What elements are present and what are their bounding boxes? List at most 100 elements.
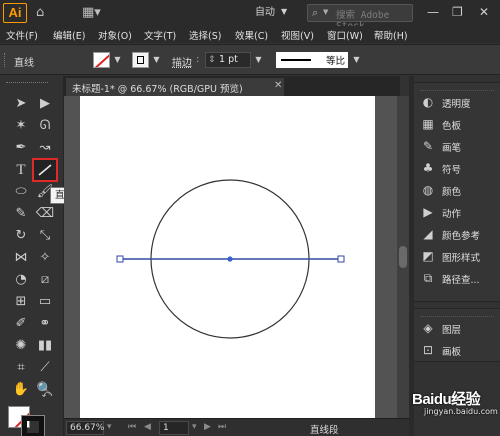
previous-page-icon[interactable]: ◀ <box>144 422 151 432</box>
last-page-icon[interactable]: ⏭ <box>218 422 226 432</box>
curvature-tool-icon[interactable]: ↝ <box>34 138 56 158</box>
stroke-label[interactable]: 描边 <box>172 54 192 69</box>
panel-label: 动作 <box>442 209 462 220</box>
gradient-tool-icon[interactable]: ▭ <box>34 292 56 312</box>
panel-label: 图形样式 <box>442 253 481 264</box>
menu-edit[interactable]: 编辑(E) <box>53 28 85 42</box>
panel-color[interactable]: ◍ 颜色 <box>414 179 500 201</box>
panel-actions[interactable]: ▶ 动作 <box>414 201 500 223</box>
stroke-color-box[interactable] <box>21 415 45 436</box>
chevron-down-icon[interactable]: ▼ <box>111 52 124 68</box>
variable-width-profile[interactable]: 等比 <box>276 52 348 68</box>
eraser-icon[interactable]: ⌫ <box>34 204 56 224</box>
menu-window[interactable]: 窗口(W) <box>327 28 363 42</box>
watermark: Baidu经验 <box>412 388 481 409</box>
workspace-switcher[interactable]: 自动 <box>255 7 275 19</box>
line-segment-tool-icon[interactable] <box>32 158 58 182</box>
app-logo: Ai <box>3 3 27 23</box>
panel-graphic-styles[interactable]: ◩ 图形样式 <box>414 245 500 267</box>
type-tool-icon[interactable]: T <box>10 160 32 180</box>
ellipse-tool-icon[interactable]: ⬭ <box>10 182 32 202</box>
panel-brushes[interactable]: ✎ 画笔 <box>414 135 500 157</box>
control-bar: 直线 ▼ ▼ 描边 : ⇕ 1 pt ▼ 等比 ▼ <box>0 44 500 75</box>
current-tool-label: 直线段 <box>310 425 339 436</box>
magic-wand-icon[interactable]: ✶ <box>10 116 32 136</box>
panel-label: 画笔 <box>442 143 462 154</box>
artboard-tool-icon[interactable]: ⌗ <box>10 358 32 378</box>
next-page-icon[interactable]: ▶ <box>204 422 211 432</box>
canvas-area[interactable] <box>64 96 397 418</box>
slice-tool-icon[interactable]: ⟋ <box>34 358 56 378</box>
chevron-down-icon[interactable]: ▼ <box>252 52 265 68</box>
layers-icon: ◈ <box>423 321 433 335</box>
panel-layers[interactable]: ◈ 图层 <box>414 317 500 339</box>
rotate-tool-icon[interactable]: ↻ <box>10 226 32 246</box>
shape-builder-icon[interactable]: ◔ <box>10 270 32 290</box>
page-number-field[interactable]: 1 <box>159 421 189 435</box>
selection-tool-icon[interactable]: ➤ <box>10 94 32 114</box>
color-icon: ◍ <box>422 183 434 197</box>
perspective-grid-icon[interactable]: ⧄ <box>34 270 56 290</box>
close-tab-icon[interactable]: ✕ <box>274 80 282 91</box>
chevron-down-icon[interactable]: ▾ <box>107 422 112 432</box>
menu-object[interactable]: 对象(O) <box>98 28 132 42</box>
home-icon[interactable]: ⌂ <box>36 5 44 21</box>
play-icon: ▶ <box>423 205 433 219</box>
search-icon: ⌕ <box>312 6 319 19</box>
stepper-icon[interactable]: ⇕ <box>208 53 216 67</box>
stroke-weight-field[interactable]: ⇕ 1 pt <box>205 52 251 68</box>
menu-view[interactable]: 视图(V) <box>281 28 314 42</box>
pen-tool-icon[interactable]: ✒ <box>10 138 32 158</box>
eyedropper-icon[interactable]: ✐ <box>10 314 32 334</box>
center-point[interactable] <box>227 256 233 262</box>
panel-group-main: ◐ 透明度 ▦ 色板 ✎ 画笔 ♣ 符号 ◍ 颜色 ▶ 动作 ◢ 颜色参考 ◩ <box>414 82 500 302</box>
panel-color-guide[interactable]: ◢ 颜色参考 <box>414 223 500 245</box>
stock-search-input[interactable]: ⌕ ▼ 搜索 Adobe Stock <box>307 4 413 32</box>
blend-tool-icon[interactable]: ⚭ <box>34 314 56 334</box>
panel-symbols[interactable]: ♣ 符号 <box>414 157 500 179</box>
object-type-label: 直线 <box>14 58 34 69</box>
close-button[interactable]: ✕ <box>479 4 489 20</box>
anchor-point-end[interactable] <box>337 255 345 263</box>
artwork-layer[interactable] <box>64 96 397 418</box>
shaper-tool-icon[interactable]: ✎ <box>10 204 32 224</box>
direct-selection-tool-icon[interactable]: ▶ <box>34 94 56 114</box>
arrange-documents-icon[interactable]: ▦▾ <box>82 5 101 21</box>
hand-tool-icon[interactable]: ✋ <box>10 380 32 400</box>
first-page-icon[interactable]: ⏮ <box>128 422 136 432</box>
panel-artboards[interactable]: ⊡ 画板 <box>414 339 500 361</box>
column-graph-icon[interactable]: ▮▮ <box>34 336 56 356</box>
panel-pathfinder[interactable]: ⧉ 路径查... <box>414 267 500 289</box>
menu-type[interactable]: 文字(T) <box>144 28 176 42</box>
width-tool-icon[interactable]: ⋈ <box>10 248 32 268</box>
symbol-sprayer-icon[interactable]: ✺ <box>10 336 32 356</box>
panel-transparency[interactable]: ◐ 透明度 <box>414 91 500 113</box>
panel-swatches[interactable]: ▦ 色板 <box>414 113 500 135</box>
lasso-tool-icon[interactable]: ᘏ <box>34 116 56 136</box>
menu-help[interactable]: 帮助(H) <box>374 28 408 42</box>
chevron-down-icon[interactable]: ▾ <box>192 422 197 432</box>
menu-effect[interactable]: 效果(C) <box>235 28 268 42</box>
vertical-scrollbar[interactable] <box>397 96 409 418</box>
swap-fill-stroke-icon[interactable]: ⤺ <box>40 388 54 402</box>
anchor-point-start[interactable] <box>116 255 124 263</box>
symbol-icon: ♣ <box>422 161 434 175</box>
puppet-warp-icon[interactable]: ✧ <box>34 248 56 268</box>
fill-swatch[interactable] <box>93 52 110 68</box>
panel-grip <box>420 309 494 317</box>
fill-stroke-widget[interactable] <box>8 406 54 436</box>
stroke-swatch[interactable] <box>132 52 149 68</box>
restore-button[interactable]: ❐ <box>452 4 463 20</box>
scrollbar-thumb[interactable] <box>399 246 407 268</box>
document-tab[interactable]: 未标题-1* @ 66.67% (RGB/GPU 预览) ✕ <box>66 78 284 96</box>
chevron-down-icon[interactable]: ▼ <box>150 52 163 68</box>
scale-tool-icon[interactable]: ⤡ <box>34 226 56 246</box>
chevron-down-icon[interactable]: ▼ <box>281 7 287 16</box>
zoom-level-field[interactable]: 66.67% <box>66 421 104 435</box>
chevron-down-icon[interactable]: ▼ <box>350 52 363 68</box>
menu-select[interactable]: 选择(S) <box>189 28 221 42</box>
chevron-down-icon: ▼ <box>323 8 329 16</box>
mesh-tool-icon[interactable]: ⊞ <box>10 292 32 312</box>
minimize-button[interactable]: — <box>427 4 439 20</box>
menu-file[interactable]: 文件(F) <box>6 28 38 42</box>
